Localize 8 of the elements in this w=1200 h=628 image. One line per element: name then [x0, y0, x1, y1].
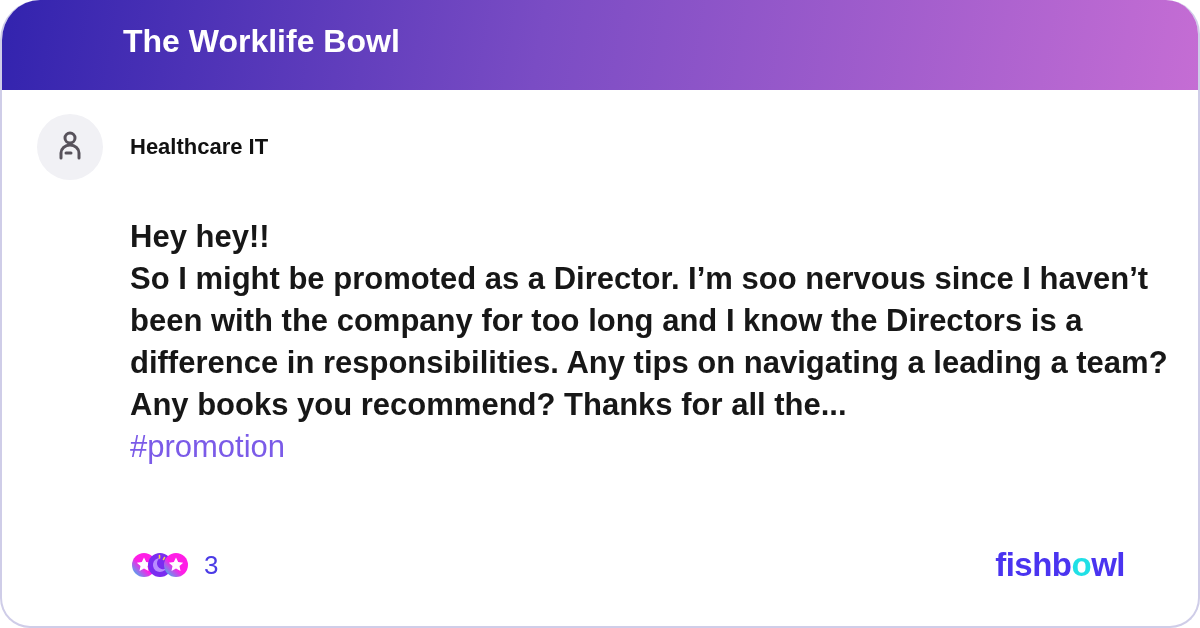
post-text: Hey hey!! So I might be promoted as a Director. I’m soo nervous since I haven’t been with the company for too long and I know the Directors is a difference in responsibilities. Any tips on navigating a leading a team? Any books you recommend? Thanks for all the... — [130, 218, 1168, 424]
community-title: The Worklife Bowl — [123, 22, 400, 60]
avatar-icon — [37, 114, 103, 180]
fishbowl-logo: fishbowl — [995, 546, 1125, 584]
star-badge-icon — [164, 553, 188, 577]
author-name: Healthcare IT — [130, 134, 269, 160]
hashtag-link[interactable]: #promotion — [130, 426, 286, 468]
reaction-count: 3 — [204, 549, 219, 581]
